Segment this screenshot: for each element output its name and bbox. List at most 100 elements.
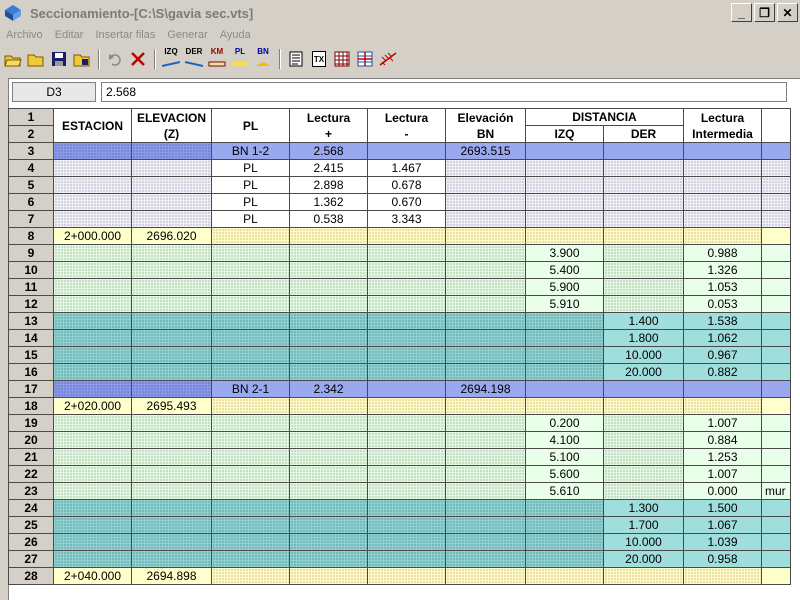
cell-extra[interactable] (761, 465, 791, 483)
cell-elevacion-bn[interactable] (445, 465, 526, 483)
cell-der[interactable] (603, 397, 684, 415)
cell-elevacion-bn[interactable] (445, 329, 526, 347)
cell-lectura-minus[interactable] (367, 295, 446, 313)
cell-lectura-intermedia[interactable]: 0.967 (683, 346, 762, 364)
cell-elevacion-bn[interactable] (445, 448, 526, 466)
cell-extra[interactable] (761, 533, 791, 551)
cell-extra[interactable] (761, 159, 791, 177)
cell-extra[interactable] (761, 278, 791, 296)
cell-elevacion[interactable]: 2695.493 (131, 397, 212, 415)
row-number[interactable]: 14 (8, 329, 54, 347)
cell-extra[interactable]: mur (761, 482, 791, 500)
cell-der[interactable] (603, 210, 684, 228)
cell-lectura-minus[interactable] (367, 346, 446, 364)
cell-elevacion[interactable] (131, 261, 212, 279)
cell-lectura-intermedia[interactable]: 1.007 (683, 414, 762, 432)
km-button[interactable]: KM (206, 48, 228, 70)
cell-pl[interactable] (211, 482, 290, 500)
cell-pl[interactable] (211, 414, 290, 432)
header-lectura-minus[interactable]: Lectura - (367, 108, 446, 143)
cell-elevacion-bn[interactable] (445, 397, 526, 415)
save-button[interactable] (48, 48, 70, 70)
cell-lectura-intermedia[interactable] (683, 380, 762, 398)
cell-pl[interactable] (211, 431, 290, 449)
cell-estacion[interactable] (53, 465, 132, 483)
cell-lectura-intermedia[interactable]: 0.000 (683, 482, 762, 500)
cell-elevacion-bn[interactable] (445, 499, 526, 517)
cell-der[interactable] (603, 431, 684, 449)
cell-izq[interactable]: 5.600 (525, 465, 604, 483)
cell-estacion[interactable] (53, 244, 132, 262)
cell-lectura-minus[interactable] (367, 567, 446, 585)
header-distancia[interactable]: DISTANCIA (525, 108, 684, 126)
cell-lectura-plus[interactable] (289, 431, 368, 449)
cell-elevacion[interactable] (131, 550, 212, 568)
cell-estacion[interactable] (53, 278, 132, 296)
cell-izq[interactable] (525, 567, 604, 585)
cell-der[interactable] (603, 176, 684, 194)
cell-elevacion[interactable] (131, 499, 212, 517)
cell-lectura-plus[interactable] (289, 346, 368, 364)
cell-lectura-plus[interactable] (289, 363, 368, 381)
cell-elevacion[interactable] (131, 363, 212, 381)
cell-izq[interactable]: 5.610 (525, 482, 604, 500)
cell-estacion[interactable] (53, 312, 132, 330)
cell-lectura-minus[interactable] (367, 533, 446, 551)
row-number[interactable]: 2 (8, 125, 54, 143)
cell-pl[interactable]: PL (211, 176, 290, 194)
cell-lectura-minus[interactable] (367, 329, 446, 347)
row-number[interactable]: 15 (8, 346, 54, 364)
cell-extra[interactable] (761, 380, 791, 398)
cell-extra[interactable] (761, 142, 791, 160)
row-number[interactable]: 8 (8, 227, 54, 245)
cell-lectura-plus[interactable] (289, 516, 368, 534)
cell-izq[interactable] (525, 210, 604, 228)
cell-elevacion[interactable] (131, 278, 212, 296)
cell-der[interactable]: 20.000 (603, 363, 684, 381)
cross-section-button[interactable] (354, 48, 376, 70)
cell-lectura-intermedia[interactable]: 1.039 (683, 533, 762, 551)
cell-lectura-intermedia[interactable]: 0.958 (683, 550, 762, 568)
cell-pl[interactable]: BN 2-1 (211, 380, 290, 398)
cell-pl[interactable]: PL (211, 159, 290, 177)
cell-reference[interactable]: D3 (12, 82, 96, 102)
cell-lectura-intermedia[interactable]: 0.884 (683, 431, 762, 449)
cell-pl[interactable] (211, 499, 290, 517)
row-number[interactable]: 7 (8, 210, 54, 228)
row-number[interactable]: 5 (8, 176, 54, 194)
cell-elevacion[interactable] (131, 159, 212, 177)
cell-izq[interactable] (525, 533, 604, 551)
row-number[interactable]: 24 (8, 499, 54, 517)
save-as-button[interactable] (71, 48, 93, 70)
cell-pl[interactable] (211, 261, 290, 279)
cell-extra[interactable] (761, 261, 791, 279)
cell-lectura-minus[interactable] (367, 261, 446, 279)
header-elevacion-bn[interactable]: Elevación BN (445, 108, 526, 143)
delete-button[interactable] (127, 48, 149, 70)
cell-lectura-plus[interactable] (289, 244, 368, 262)
cell-elevacion[interactable] (131, 516, 212, 534)
cell-extra[interactable] (761, 295, 791, 313)
cell-pl[interactable]: PL (211, 193, 290, 211)
der-button[interactable]: DER (183, 48, 205, 70)
cell-elevacion[interactable]: 2694.898 (131, 567, 212, 585)
cell-elevacion-bn[interactable] (445, 431, 526, 449)
cell-lectura-minus[interactable]: 1.467 (367, 159, 446, 177)
cell-lectura-plus[interactable] (289, 227, 368, 245)
row-number[interactable]: 3 (8, 142, 54, 160)
cell-extra[interactable] (761, 227, 791, 245)
cell-pl[interactable] (211, 516, 290, 534)
cell-izq[interactable] (525, 346, 604, 364)
cell-elevacion-bn[interactable]: 2694.198 (445, 380, 526, 398)
cell-elevacion-bn[interactable] (445, 312, 526, 330)
cell-extra[interactable] (761, 363, 791, 381)
cell-extra[interactable] (761, 397, 791, 415)
cell-pl[interactable] (211, 329, 290, 347)
cell-der[interactable]: 10.000 (603, 346, 684, 364)
cell-izq[interactable] (525, 329, 604, 347)
cell-lectura-intermedia[interactable] (683, 193, 762, 211)
cell-elevacion[interactable] (131, 465, 212, 483)
cell-lectura-plus[interactable]: 0.538 (289, 210, 368, 228)
row-number[interactable]: 20 (8, 431, 54, 449)
cell-estacion[interactable] (53, 448, 132, 466)
